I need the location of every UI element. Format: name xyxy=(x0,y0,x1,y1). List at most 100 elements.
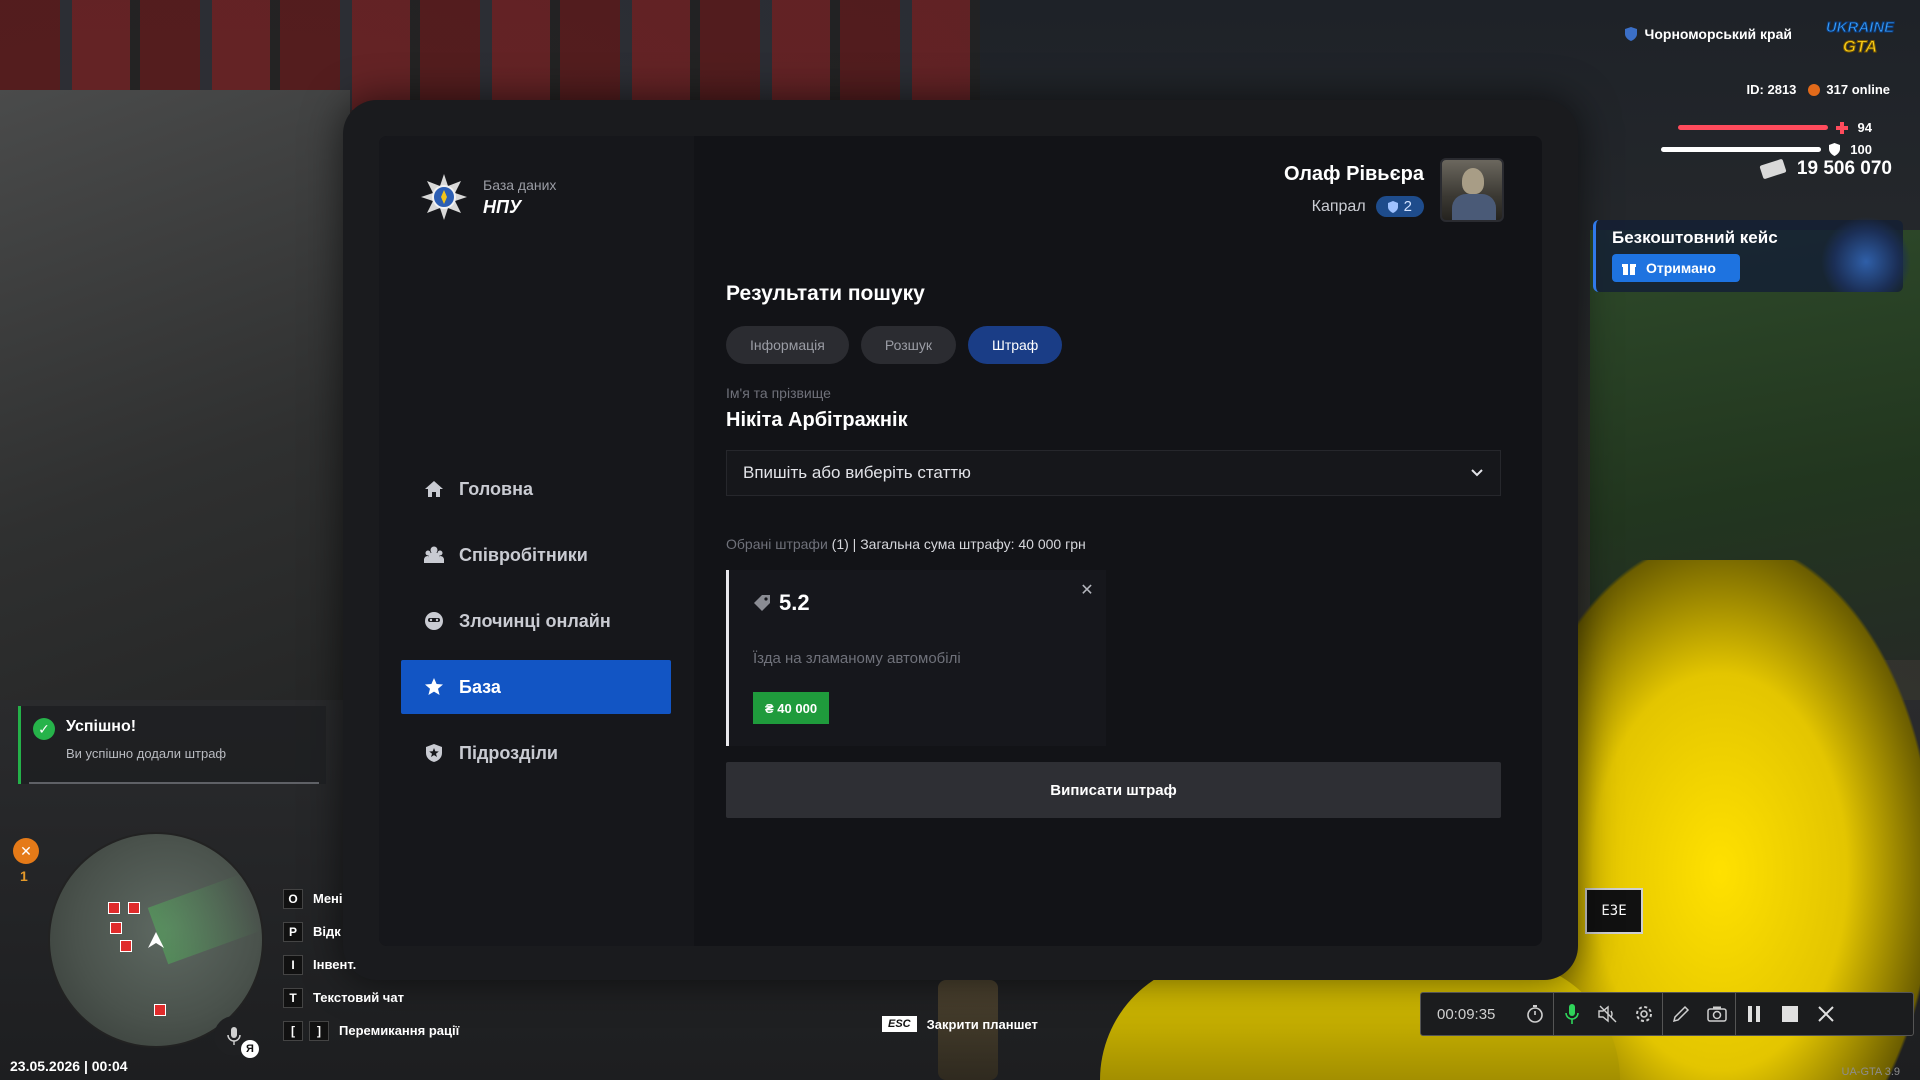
camera-icon[interactable] xyxy=(1699,992,1735,1036)
region-name: Чорноморський край xyxy=(1644,26,1793,42)
pause-icon[interactable] xyxy=(1736,992,1772,1036)
keybind-label: Відк xyxy=(313,924,341,939)
keybind-row: T Текстовий чат xyxy=(283,981,459,1014)
check-icon: ✓ xyxy=(33,718,55,740)
keybind-row: [ ] Перемикання рації xyxy=(283,1014,459,1047)
success-toast: ✓ Успішно! Ви успішно додали штраф xyxy=(18,706,326,784)
fine-card: 5.2 ✕ Їзда на зламаному автомобілі ₴ 40 … xyxy=(726,570,1106,746)
tab-fine[interactable]: Штраф xyxy=(967,326,1063,364)
sidebar-item-home[interactable]: Головна xyxy=(401,462,671,516)
tag-icon xyxy=(754,595,770,611)
armor-bar xyxy=(1661,147,1822,152)
map-marker xyxy=(110,922,122,934)
key-cap: T xyxy=(283,987,303,1008)
region-label: Чорноморський край xyxy=(1624,26,1793,42)
fine-code: 5.2 xyxy=(779,590,810,615)
shield-star-icon xyxy=(423,742,445,764)
toast-progress xyxy=(29,782,319,784)
logo-subtitle: База даних xyxy=(483,176,557,193)
name-label: Ім'я та прізвище xyxy=(726,385,831,401)
sidebar-item-criminals-online[interactable]: Злочинці онлайн xyxy=(401,594,671,648)
fine-description: Їзда на зламаному автомобілі xyxy=(753,650,961,667)
esc-key: ESC xyxy=(882,1016,917,1032)
rank-badge: 2 xyxy=(1375,196,1424,217)
sidebar: База даних НПУ Головна Співробітники Зло… xyxy=(379,136,694,946)
map-marker xyxy=(120,940,132,952)
armor-row: 100 xyxy=(1661,142,1872,157)
stop-icon[interactable] xyxy=(1772,992,1808,1036)
promo-button-label: Отримано xyxy=(1646,260,1716,276)
map-marker xyxy=(108,902,120,914)
tab-information[interactable]: Інформація xyxy=(726,326,849,364)
sidebar-item-label: Злочинці онлайн xyxy=(459,610,611,631)
keybind-label: Текстовий чат xyxy=(313,990,404,1005)
armor-value: 100 xyxy=(1850,142,1872,157)
map-marker xyxy=(154,1004,166,1016)
user-rank: Капрал xyxy=(1311,197,1366,215)
sidebar-item-label: База xyxy=(459,676,501,697)
key-cap: [ xyxy=(283,1020,303,1041)
player-arrow-icon xyxy=(148,932,164,948)
search-results: Результати пошуку Інформація Розшук Штра… xyxy=(726,282,1501,746)
key-cap: I xyxy=(283,954,303,975)
sidebar-item-label: Співробітники xyxy=(459,544,588,565)
key-cap: P xyxy=(283,921,303,942)
person-name: Нікіта Арбітражнік xyxy=(726,409,908,431)
toast-title: Успішно! xyxy=(66,718,137,735)
shield-icon xyxy=(1387,200,1398,213)
map-marker xyxy=(128,902,140,914)
date-time: 23.05.2026 | 00:04 xyxy=(10,1058,128,1074)
page-title: Результати пошуку xyxy=(726,282,925,305)
money-value: 19 506 070 xyxy=(1796,158,1892,179)
police-star-icon xyxy=(421,174,467,220)
money: 19 506 070 xyxy=(1759,158,1892,180)
key-cap: O xyxy=(283,888,303,909)
keybind-hints: O Мені P Відк I Інвент. T Текстовий чат … xyxy=(283,882,459,1047)
promo-claimed-button[interactable]: Отримано xyxy=(1612,254,1740,282)
settings-gear-icon[interactable] xyxy=(1626,992,1662,1036)
speaker-muted-icon[interactable] xyxy=(1590,992,1626,1036)
police-tablet: База даних НПУ Головна Співробітники Зло… xyxy=(343,100,1578,980)
chevron-down-icon xyxy=(1471,469,1483,477)
game-logo-line2: GTA xyxy=(1843,37,1878,56)
recording-time: 00:09:35 xyxy=(1437,1005,1496,1023)
player-info: ID: 2813 317 online xyxy=(1747,82,1890,97)
health-row: 94 xyxy=(1677,120,1872,135)
mic-on-icon[interactable] xyxy=(1554,992,1590,1036)
sidebar-item-units[interactable]: Підрозділи xyxy=(401,726,671,780)
screen-recorder-toolbar: 00:09:35 xyxy=(1420,992,1914,1036)
sidebar-nav: Головна Співробітники Злочинці онлайн Ба… xyxy=(401,462,671,792)
sidebar-item-employees[interactable]: Співробітники xyxy=(401,528,671,582)
esc-label: Закрити планшет xyxy=(926,1016,1038,1032)
tablet-screen: База даних НПУ Головна Співробітники Зло… xyxy=(379,136,1542,946)
player-id: ID: 2813 xyxy=(1746,82,1797,97)
car-license-plate: ЕЗЕ xyxy=(1585,888,1643,934)
close-recorder-icon[interactable] xyxy=(1808,992,1844,1036)
fines-summary: Обрані штрафи (1) | Загальна сума штрафу… xyxy=(726,536,1501,552)
cash-icon xyxy=(1759,158,1787,180)
keybind-row: O Мені xyxy=(283,882,459,915)
online-count: 317 online xyxy=(1826,82,1890,97)
summary-label: Обрані штрафи xyxy=(726,536,828,552)
star-icon xyxy=(423,676,445,698)
health-cross-icon xyxy=(1835,121,1848,134)
tab-wanted[interactable]: Розшук xyxy=(860,326,956,364)
gift-icon xyxy=(1622,264,1636,275)
health-value: 94 xyxy=(1857,120,1872,135)
stopwatch-icon[interactable] xyxy=(1517,992,1553,1036)
view-cone xyxy=(147,873,262,965)
background-wall xyxy=(0,90,350,710)
keybind-row: I Інвент. xyxy=(283,948,459,981)
sidebar-item-database[interactable]: База xyxy=(401,660,671,714)
article-select[interactable]: Впишіть або виберіть статтю xyxy=(726,450,1501,496)
mask-icon xyxy=(423,610,445,632)
armor-shield-icon xyxy=(1829,143,1841,156)
result-tabs: Інформація Розшук Штраф xyxy=(726,326,1501,364)
pencil-icon[interactable] xyxy=(1663,992,1699,1036)
promo-title: Безкоштовний кейс xyxy=(1612,228,1778,247)
keybind-label: Мені xyxy=(313,891,343,906)
issue-fine-button[interactable]: Виписати штраф xyxy=(726,762,1501,818)
close-icon[interactable]: ✕ xyxy=(1078,582,1096,600)
keybind-label: Інвент. xyxy=(313,957,357,972)
home-icon xyxy=(423,478,445,500)
